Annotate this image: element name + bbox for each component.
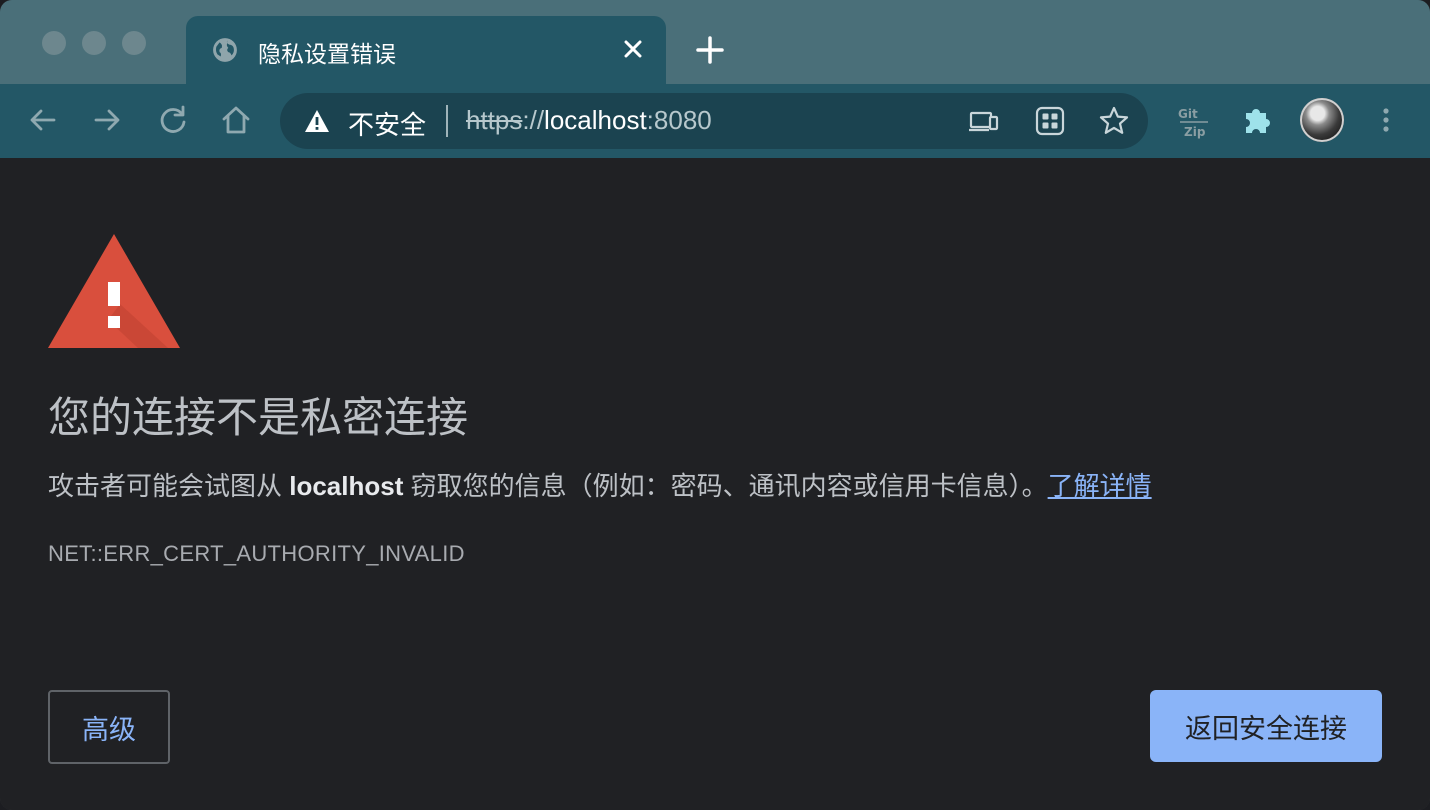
warning-triangle-icon bbox=[48, 234, 180, 348]
address-bar[interactable]: 不安全 https://localhost:8080 bbox=[280, 93, 1148, 149]
arrow-left-icon[interactable] bbox=[26, 103, 60, 137]
globe-icon bbox=[213, 38, 237, 62]
learn-more-link[interactable]: 了解详情 bbox=[1048, 471, 1152, 501]
apps-grid-icon[interactable] bbox=[1034, 105, 1066, 137]
svg-text:Git: Git bbox=[1178, 107, 1198, 121]
security-status[interactable]: 不安全 bbox=[348, 105, 426, 142]
divider bbox=[446, 105, 448, 137]
description-text: 攻击者可能会试图从 bbox=[48, 471, 290, 501]
tab-title: 隐私设置错误 bbox=[258, 41, 396, 67]
page-title: 您的连接不是私密连接 bbox=[48, 394, 469, 441]
reload-icon[interactable] bbox=[156, 103, 190, 137]
window-minimize-light[interactable] bbox=[82, 31, 106, 55]
puzzle-icon[interactable] bbox=[1240, 104, 1274, 138]
gitzip-icon[interactable]: Git Zip bbox=[1174, 102, 1214, 142]
warning-icon[interactable] bbox=[304, 108, 330, 134]
url-text[interactable]: https://localhost:8080 bbox=[466, 105, 712, 136]
description-text-after: 窃取您的信息（例如：密码、通讯内容或信用卡信息）。 bbox=[403, 471, 1048, 501]
url-port: :8080 bbox=[646, 105, 712, 135]
arrow-right-icon[interactable] bbox=[90, 103, 124, 137]
kebab-menu-icon[interactable] bbox=[1370, 104, 1402, 136]
star-icon[interactable] bbox=[1098, 105, 1130, 137]
tab-active[interactable]: 隐私设置错误 bbox=[186, 16, 666, 84]
description: 攻击者可能会试图从 localhost 窃取您的信息（例如：密码、通讯内容或信用… bbox=[48, 466, 1152, 503]
url-separator: :// bbox=[522, 105, 545, 135]
home-icon[interactable] bbox=[219, 103, 253, 137]
url-host: localhost bbox=[544, 105, 647, 135]
advanced-button[interactable]: 高级 bbox=[48, 690, 170, 764]
description-host: localhost bbox=[289, 471, 404, 501]
plus-icon[interactable] bbox=[694, 34, 726, 66]
url-scheme: https bbox=[466, 105, 523, 135]
error-code: NET::ERR_CERT_AUTHORITY_INVALID bbox=[48, 541, 465, 566]
avatar[interactable] bbox=[1300, 98, 1344, 142]
interstitial-page: 您的连接不是私密连接 攻击者可能会试图从 localhost 窃取您的信息（例如… bbox=[0, 158, 1430, 810]
tab-strip: 隐私设置错误 bbox=[0, 0, 1430, 84]
cast-device-icon[interactable] bbox=[968, 105, 1000, 137]
window-close-light[interactable] bbox=[42, 31, 66, 55]
window-zoom-light[interactable] bbox=[122, 31, 146, 55]
toolbar: 不安全 https://localhost:8080 Git Zip bbox=[0, 84, 1430, 159]
back-to-safety-button[interactable]: 返回安全连接 bbox=[1150, 690, 1382, 762]
browser-window: 隐私设置错误 不安全 https://localhost:8080 Git Zi… bbox=[0, 0, 1430, 810]
svg-text:Zip: Zip bbox=[1184, 125, 1206, 139]
close-icon[interactable] bbox=[618, 34, 648, 64]
